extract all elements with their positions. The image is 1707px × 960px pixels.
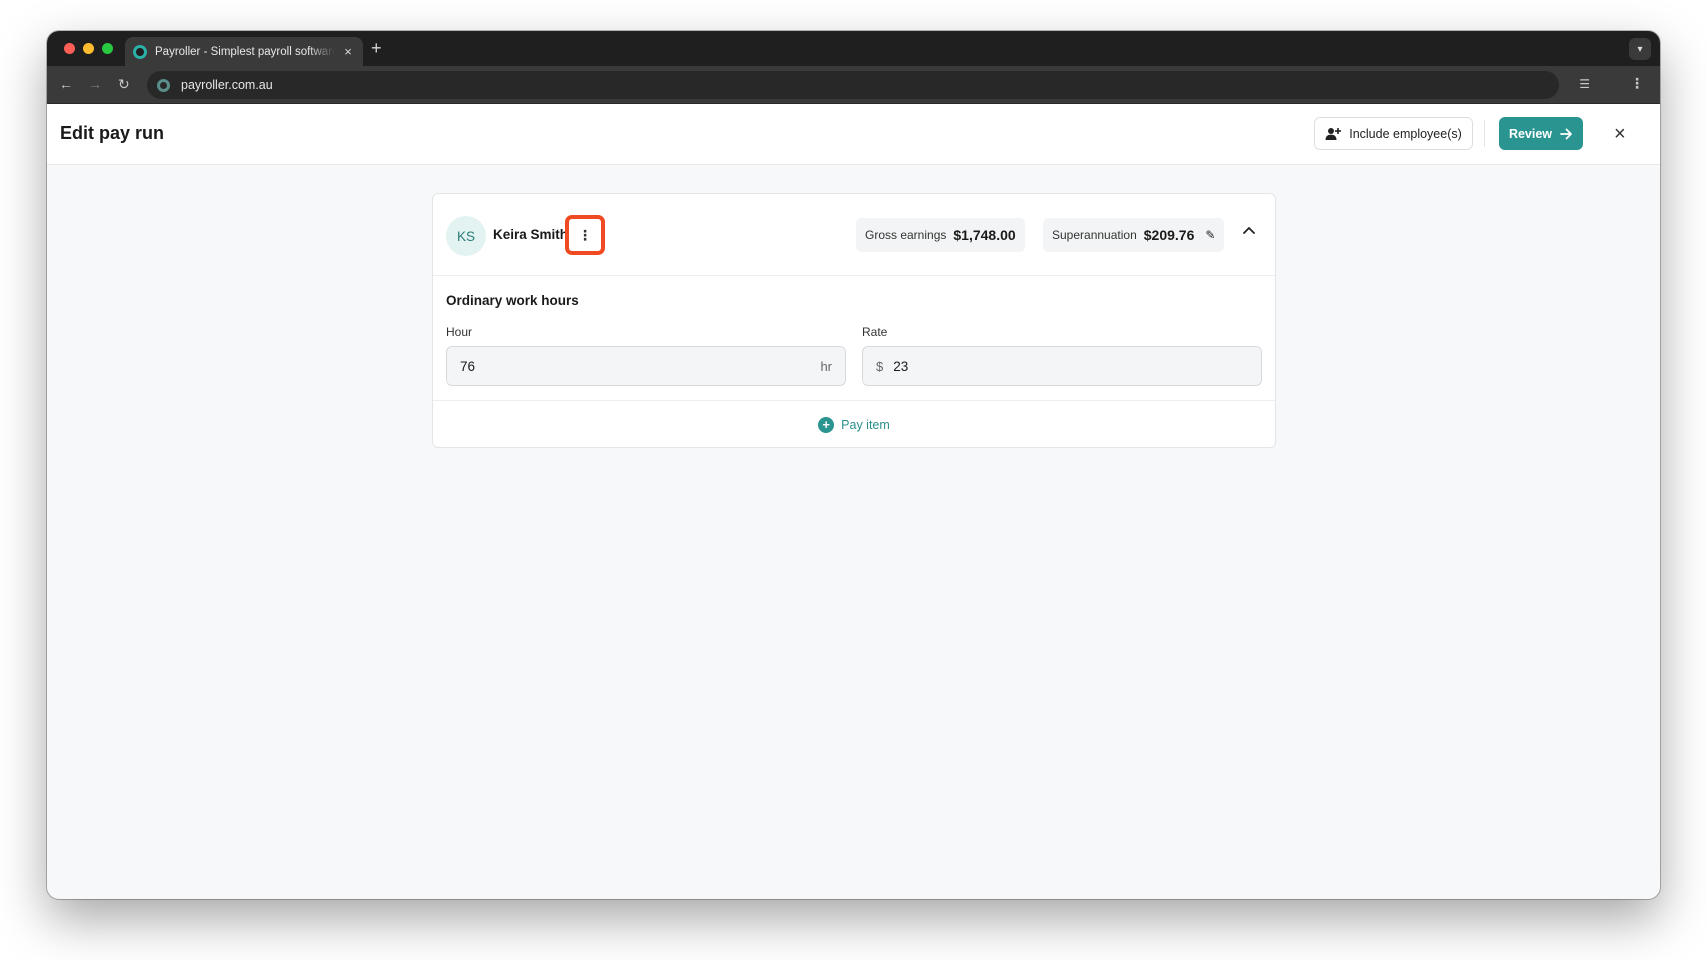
pay-item-label: Pay item <box>841 417 890 432</box>
rate-currency: $ <box>876 358 884 374</box>
rate-value: 23 <box>893 358 909 374</box>
close-pay-run-icon[interactable]: × <box>1614 124 1626 144</box>
gross-earnings-label: Gross earnings <box>865 228 947 242</box>
address-bar[interactable]: payroller.com.au <box>147 71 1559 99</box>
include-employees-button[interactable]: Include employee(s) <box>1314 117 1473 150</box>
chevron-up-icon[interactable] <box>1243 226 1255 234</box>
tab-close-icon[interactable]: × <box>341 44 355 59</box>
arrow-right-icon <box>1560 128 1572 139</box>
tab-strip: Payroller - Simplest payroll software × … <box>47 31 1660 66</box>
hour-value: 76 <box>460 358 476 374</box>
rate-input[interactable]: $ 23 <box>862 346 1262 386</box>
browser-window: Payroller - Simplest payroll software × … <box>47 31 1660 899</box>
avatar: KS <box>446 216 486 256</box>
address-url: payroller.com.au <box>181 78 273 92</box>
superannuation-value: $209.76 <box>1143 227 1195 243</box>
back-arrow-icon[interactable]: ← <box>59 76 73 92</box>
gross-earnings-badge: Gross earnings $1,748.00 <box>856 218 1025 252</box>
superannuation-badge: Superannuation $209.76 ✎ <box>1043 218 1225 252</box>
pencil-icon[interactable]: ✎ <box>1205 228 1215 242</box>
browser-toolbar: ← → ↻ payroller.com.au ☰ ⋮ <box>47 66 1660 104</box>
employee-name: Keira Smith <box>493 227 569 242</box>
rate-label: Rate <box>862 325 888 339</box>
reload-icon[interactable]: ↻ <box>118 76 130 92</box>
card-footer: + Pay item <box>433 400 1275 448</box>
forward-arrow-icon[interactable]: → <box>88 76 102 92</box>
browser-tab[interactable]: Payroller - Simplest payroll software × <box>125 37 363 66</box>
new-tab-button[interactable]: + <box>371 39 382 57</box>
page-title: Edit pay run <box>60 123 165 143</box>
add-pay-item-button[interactable]: + Pay item <box>818 416 890 433</box>
hour-input[interactable]: 76 hr <box>446 346 846 386</box>
minimize-window-button[interactable] <box>83 43 94 54</box>
app-header: Edit pay run Include employee(s) Review … <box>47 104 1660 165</box>
close-window-button[interactable] <box>64 43 75 54</box>
tab-title: Payroller - Simplest payroll software <box>155 45 335 58</box>
hour-unit: hr <box>820 358 832 374</box>
maximize-window-button[interactable] <box>102 43 113 54</box>
employee-pay-card: KS Keira Smith ⋮ Gross earnings $1,748.0… <box>432 193 1276 448</box>
tab-search-icon[interactable]: ▾ <box>1629 38 1651 60</box>
include-employees-label: Include employee(s) <box>1349 126 1462 141</box>
superannuation-label: Superannuation <box>1052 228 1137 242</box>
payroller-favicon-icon <box>133 44 147 59</box>
more-vertical-icon: ⋮ <box>578 227 592 243</box>
employee-more-options-button[interactable]: ⋮ <box>565 215 605 255</box>
media-controls-icon[interactable]: ☰ <box>1579 77 1590 91</box>
hour-label: Hour <box>446 325 473 339</box>
plus-circle-icon: + <box>818 416 835 433</box>
employee-card-header: KS Keira Smith ⋮ Gross earnings $1,748.0… <box>433 194 1275 276</box>
browser-menu-icon[interactable]: ⋮ <box>1630 75 1644 92</box>
review-label: Review <box>1508 126 1553 141</box>
ordinary-hours-title: Ordinary work hours <box>446 293 579 308</box>
gross-earnings-value: $1,748.00 <box>953 227 1016 243</box>
window-controls <box>64 43 113 54</box>
site-info-icon[interactable] <box>157 78 170 92</box>
add-person-icon <box>1325 127 1342 140</box>
header-divider <box>1484 120 1485 147</box>
review-button[interactable]: Review <box>1499 117 1583 150</box>
